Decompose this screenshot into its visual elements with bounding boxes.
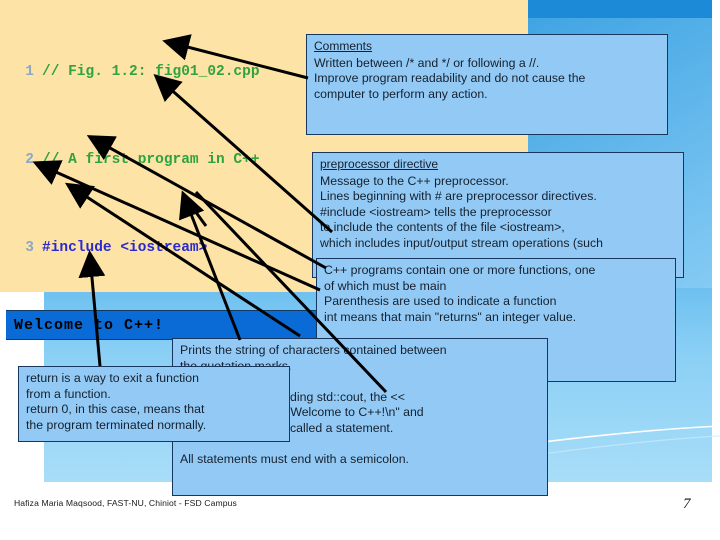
code-text: // Fig. 1.2: fig01_02.cpp [42,64,260,81]
callout-comments-line: computer to perform any action. [314,86,488,101]
callout-return-note: return is a way to exit a function from … [18,366,290,442]
callout-preprocessor-line: to include the contents of the file <ios… [320,220,565,235]
console-output-text: Welcome to C++! [14,316,165,334]
callout-return-line: return is a way to exit a function [26,371,199,385]
slide-right-white-margin [712,0,720,540]
callout-return-line: the program terminated normally. [26,417,207,432]
callout-preprocessor-header: preprocessor directive [320,157,439,171]
callout-comments: Comments Written between /* and */ or fo… [306,34,668,135]
callout-functions-line: of which must be main [324,278,447,293]
line-number: 2 [25,152,34,168]
footer-attribution: Hafiza Maria Maqsood, FAST-NU, Chiniot -… [14,498,237,508]
line-number: 1 [25,64,34,81]
callout-preprocessor-line: Message to the C++ preprocessor. [320,173,509,188]
callout-functions-line: int means that main "returns" an integer… [324,309,577,324]
callout-return-line: return 0, in this case, means that [26,402,205,417]
callout-comments-header: Comments [314,39,373,53]
callout-preprocessor-line: #include <iostream> tells the preprocess… [320,204,552,219]
callout-return-line: from a function. [26,386,111,401]
callout-preprocessor-line: Lines beginning with # are preprocessor … [320,189,597,204]
callout-functions-line: Parenthesis are used to indicate a funct… [324,294,557,309]
callout-functions-line: C++ programs contain one or more functio… [324,263,596,277]
slide-canvas: 1 // Fig. 1.2: fig01_02.cpp 2 // A first p… [0,0,720,540]
callout-preprocessor-line: which includes input/output stream opera… [320,235,603,250]
callout-prints-line: All statements must end with a semicolon… [180,452,409,467]
page-number: 7 [683,496,691,512]
code-text: #include <iostream> [42,239,208,256]
line-number: 3 [25,239,34,256]
callout-prints-line: Prints the string of characters containe… [180,343,447,357]
callout-comments-line: Improve program readability and do not c… [314,71,586,86]
callout-comments-line: Written between /* and */ or following a… [314,55,540,70]
code-text: // A first program in C++ [42,152,260,168]
